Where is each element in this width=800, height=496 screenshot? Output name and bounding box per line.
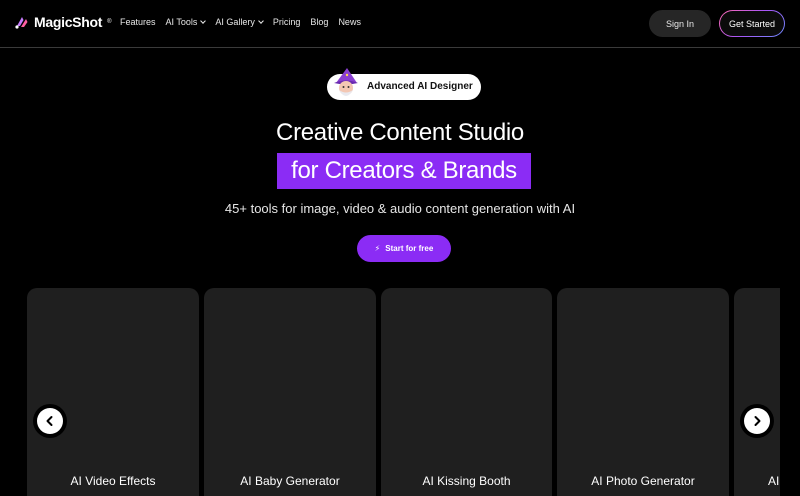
tool-card-ai-baby-generator[interactable]: AI Baby Generator — [204, 288, 376, 496]
nav-item-ai-tools[interactable]: AI Tools — [165, 17, 207, 27]
get-started-button[interactable]: Get Started — [719, 10, 785, 37]
tool-card-title: AI Baby Generator — [240, 474, 340, 488]
brand-logo[interactable]: MagicShot ® — [14, 14, 112, 30]
nav-item-label: Pricing — [272, 17, 301, 27]
chevron-right-icon — [754, 416, 761, 426]
carousel-next-button[interactable] — [740, 404, 774, 438]
tool-card-title: AI Kissing Booth — [422, 474, 511, 488]
wizard-avatar-icon — [334, 68, 358, 100]
main-menu: Features AI Tools AI Gallery Pricing Blo… — [120, 17, 371, 27]
nav-item-pricing[interactable]: Pricing — [273, 17, 301, 27]
nav-item-label: AI Gallery — [215, 17, 255, 27]
nav-item-label: Features — [120, 17, 156, 27]
tool-card-title: AI — [768, 474, 780, 488]
tool-card-title: AI Photo Generator — [591, 474, 695, 488]
brand-name: MagicShot — [34, 14, 103, 30]
hero-title-highlight: for Creators & Brands — [277, 153, 531, 189]
registered-mark: ® — [107, 19, 112, 25]
hero-subtitle: 45+ tools for image, video & audio conte… — [224, 201, 576, 216]
chevron-left-icon — [46, 416, 53, 426]
cta-label: Start for free — [385, 244, 434, 253]
nav-item-label: Blog — [310, 17, 329, 27]
chevron-down-icon — [200, 17, 207, 24]
nav-item-label: AI Tools — [165, 17, 198, 27]
hero-badge-label: Advanced AI Designer — [367, 81, 473, 92]
nav-item-ai-gallery[interactable]: AI Gallery — [215, 17, 264, 27]
tool-card-ai-kissing-booth[interactable]: AI Kissing Booth — [381, 288, 552, 496]
nav-item-news[interactable]: News — [338, 17, 361, 27]
carousel-prev-button[interactable] — [33, 404, 67, 438]
tool-card-title: AI Video Effects — [70, 474, 156, 488]
tool-card-ai-video-effects[interactable]: AI Video Effects — [27, 288, 199, 496]
tool-card-ai-photo-generator[interactable]: AI Photo Generator — [557, 288, 729, 496]
hero-title: Creative Content Studio — [276, 119, 524, 146]
tools-carousel: AI Video Effects AI Baby Generator AI Ki… — [0, 288, 800, 496]
nav-item-features[interactable]: Features — [120, 17, 156, 27]
sign-in-button[interactable]: Sign In — [649, 10, 711, 37]
chevron-down-icon — [258, 17, 264, 24]
nav-item-label: News — [338, 17, 361, 27]
magicshot-logo-icon — [15, 17, 28, 29]
hero-badge: Advanced AI Designer — [327, 68, 481, 100]
lightning-icon: ⚡ — [374, 244, 381, 253]
tool-card-partial[interactable]: AI — [734, 288, 780, 496]
start-for-free-button[interactable]: ⚡ Start for free — [357, 235, 451, 262]
nav-item-blog[interactable]: Blog — [310, 17, 328, 27]
top-navbar: MagicShot ® Features AI Tools AI Gallery… — [0, 0, 800, 48]
